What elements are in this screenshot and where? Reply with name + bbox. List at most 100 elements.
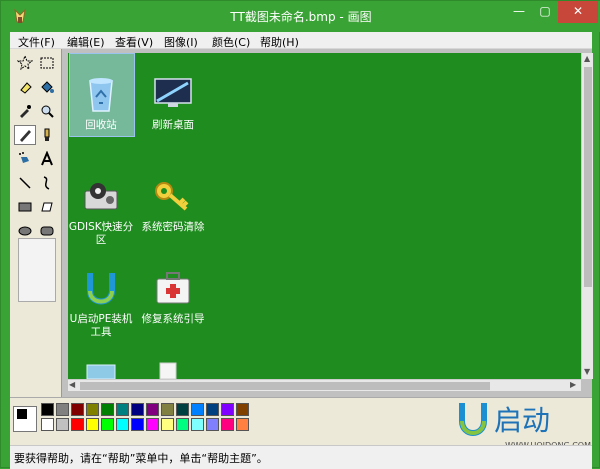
title-bar[interactable]: TT截图未命名.bmp - 画图 — ▢ ✕ [1, 1, 600, 32]
palette-color-swatch[interactable] [161, 418, 174, 431]
palette-color-swatch[interactable] [86, 418, 99, 431]
drawing-canvas[interactable]: 回收站 刷新桌面 GDISK快速分区 系统密码清除 U启动PE装机工具 修复系统… [68, 53, 581, 379]
status-text: 要获得帮助，请在“帮助”菜单中，单击“帮助主题”。 [14, 452, 268, 465]
eyedropper-icon [20, 105, 31, 118]
palette-color-swatch[interactable] [146, 418, 159, 431]
magnifier-tool[interactable] [36, 101, 58, 121]
curve-icon [43, 176, 50, 190]
palette-color-swatch[interactable] [236, 403, 249, 416]
line-icon [19, 177, 31, 189]
palette-color-swatch[interactable] [131, 403, 144, 416]
menu-colors[interactable]: 颜色(C) [212, 34, 250, 50]
paint-window: TT截图未命名.bmp - 画图 — ▢ ✕ 文件(F) 编辑(E) 查看(V)… [0, 0, 600, 469]
fill-tool[interactable] [36, 77, 58, 97]
rounded-rect-icon [40, 226, 54, 236]
airbrush-tool[interactable] [14, 149, 36, 169]
text-tool[interactable] [36, 149, 58, 169]
horizontal-scrollbar[interactable]: ◀ ▶ [68, 379, 581, 391]
desktop-icon-label: U启动PE装机工具 [69, 313, 133, 338]
palette-color-swatch[interactable] [116, 403, 129, 416]
palette-color-swatch[interactable] [101, 418, 114, 431]
status-bar: 要获得帮助，请在“帮助”菜单中，单击“帮助主题”。 [10, 445, 592, 469]
vertical-scroll-thumb[interactable] [584, 67, 592, 287]
free-select-tool[interactable] [14, 53, 36, 73]
scroll-left-icon[interactable]: ◀ [69, 380, 75, 390]
pick-color-tool[interactable] [14, 101, 36, 121]
palette-color-swatch[interactable] [206, 403, 219, 416]
brush-icon [44, 128, 50, 141]
ellipse-icon [18, 226, 32, 236]
rectangle-icon [18, 202, 32, 212]
horizontal-scroll-thumb[interactable] [80, 382, 490, 390]
palette-color-swatch[interactable] [56, 403, 69, 416]
line-tool[interactable] [14, 173, 36, 193]
desktop-icon-password-clear[interactable]: 系统密码清除 [140, 175, 206, 234]
polygon-tool[interactable] [36, 197, 58, 217]
recycle-bin-icon [89, 78, 113, 112]
star-select-icon [17, 55, 33, 71]
desktop-icon-refresh-desktop[interactable]: 刷新桌面 [140, 73, 206, 132]
disk-gear-icon [84, 183, 118, 210]
polygon-icon [41, 202, 53, 212]
palette-color-swatch[interactable] [86, 403, 99, 416]
first-aid-kit-icon [156, 272, 190, 304]
palette-color-swatch[interactable] [71, 418, 84, 431]
palette-color-swatch[interactable] [176, 403, 189, 416]
palette-color-swatch[interactable] [236, 418, 249, 431]
desktop-icon-repair-boot[interactable]: 修复系统引导 [140, 267, 206, 326]
menu-file[interactable]: 文件(F) [18, 34, 55, 50]
palette-color-swatch[interactable] [41, 418, 54, 431]
scroll-right-icon[interactable]: ▶ [570, 380, 576, 390]
minimize-button[interactable]: — [506, 1, 532, 23]
brush-tool[interactable] [36, 125, 58, 145]
foreground-color[interactable] [16, 408, 28, 420]
desktop-icon-gdisk[interactable]: GDISK快速分区 [68, 175, 134, 247]
paint-bucket-icon [41, 81, 54, 93]
uqidong-logo-icon: 启动 [459, 403, 550, 436]
desktop-icon-uqidong-pe[interactable]: U启动PE装机工具 [68, 267, 134, 339]
desktop-icon-label: 回收站 [85, 119, 117, 131]
palette-color-swatch[interactable] [146, 403, 159, 416]
palette-color-swatch[interactable] [221, 418, 234, 431]
desktop-icon-recycle-bin[interactable]: 回收站 [68, 73, 134, 132]
rect-select-icon [40, 57, 54, 69]
desktop-icon-label: 修复系统引导 [141, 313, 205, 325]
scroll-down-icon[interactable]: ▼ [584, 367, 590, 377]
palette-color-swatch[interactable] [161, 403, 174, 416]
vertical-scrollbar[interactable]: ▲ ▼ [581, 53, 593, 379]
menu-image[interactable]: 图像(I) [164, 34, 198, 50]
rect-select-tool[interactable] [36, 53, 58, 73]
partial-folder-icon [86, 364, 116, 379]
airbrush-icon [19, 152, 29, 163]
palette-color-swatch[interactable] [41, 403, 54, 416]
tool-options-box[interactable] [18, 238, 56, 302]
palette-color-swatch[interactable] [116, 418, 129, 431]
scroll-up-icon[interactable]: ▲ [584, 54, 590, 64]
palette-color-swatch[interactable] [56, 418, 69, 431]
magnifier-icon [41, 105, 54, 118]
close-button[interactable]: ✕ [558, 1, 598, 23]
palette-color-swatch[interactable] [71, 403, 84, 416]
pencil-icon [20, 130, 31, 142]
rectangle-tool[interactable] [14, 197, 36, 217]
pencil-tool[interactable] [14, 125, 36, 145]
eraser-tool[interactable] [14, 77, 36, 97]
menu-help[interactable]: 帮助(H) [260, 34, 299, 50]
palette-color-swatch[interactable] [176, 418, 189, 431]
desktop-icon-label: 系统密码清除 [141, 221, 205, 233]
palette-color-swatch[interactable] [221, 403, 234, 416]
maximize-button[interactable]: ▢ [532, 1, 558, 23]
palette-color-swatch[interactable] [131, 418, 144, 431]
palette-color-swatch[interactable] [191, 418, 204, 431]
partial-document-icon [159, 362, 177, 379]
eraser-icon [20, 82, 32, 94]
menu-edit[interactable]: 编辑(E) [67, 34, 105, 50]
desktop-icon-label: GDISK快速分区 [68, 221, 134, 246]
key-icon [155, 182, 189, 211]
menu-view[interactable]: 查看(V) [115, 34, 153, 50]
watermark-brand-name: 启动 [494, 405, 550, 436]
palette-color-swatch[interactable] [206, 418, 219, 431]
palette-color-swatch[interactable] [101, 403, 114, 416]
palette-color-swatch[interactable] [191, 403, 204, 416]
curve-tool[interactable] [36, 173, 58, 193]
